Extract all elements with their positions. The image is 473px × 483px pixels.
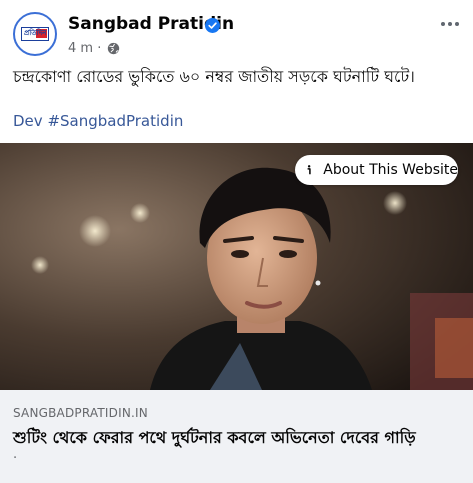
hashtag-link[interactable]: Dev [13, 112, 43, 130]
post-timestamp[interactable]: 4 m [68, 41, 93, 56]
meta-separator: · [97, 41, 102, 56]
more-options-icon-dot [441, 22, 445, 26]
page-logo: প্রতিদিন [21, 27, 49, 41]
link-domain: SANGBADPRATIDIN.IN [13, 406, 148, 420]
post-hashtags: Dev #SangbadPratidin [13, 112, 183, 130]
more-options-icon-dot [448, 22, 452, 26]
more-options-button[interactable] [436, 10, 464, 38]
globe-icon [107, 42, 120, 55]
link-description: . [13, 447, 18, 462]
post-meta: 4 m · [68, 41, 101, 56]
info-icon [307, 165, 311, 175]
verified-badge-icon [205, 18, 220, 33]
page-avatar[interactable]: প্রতিদিন [13, 12, 57, 56]
post-header: প্রতিদিন Sangbad Pratidin 4 m · [0, 0, 473, 64]
hashtag-link[interactable]: #SangbadPratidin [47, 112, 183, 130]
more-options-icon-dot [455, 22, 459, 26]
about-this-website-label: About This Website [323, 162, 458, 178]
about-this-website-button[interactable]: About This Website [295, 155, 458, 185]
logo-text: প্রতিদিন [24, 29, 47, 37]
post-text: চন্দ্রকোণা রোডের ভুকিতে ৬০ নম্বর জাতীয় … [13, 67, 415, 86]
link-title[interactable]: শুটিং থেকে ফেরার পথে দুর্ঘটনার কবলে অভিন… [13, 425, 463, 452]
